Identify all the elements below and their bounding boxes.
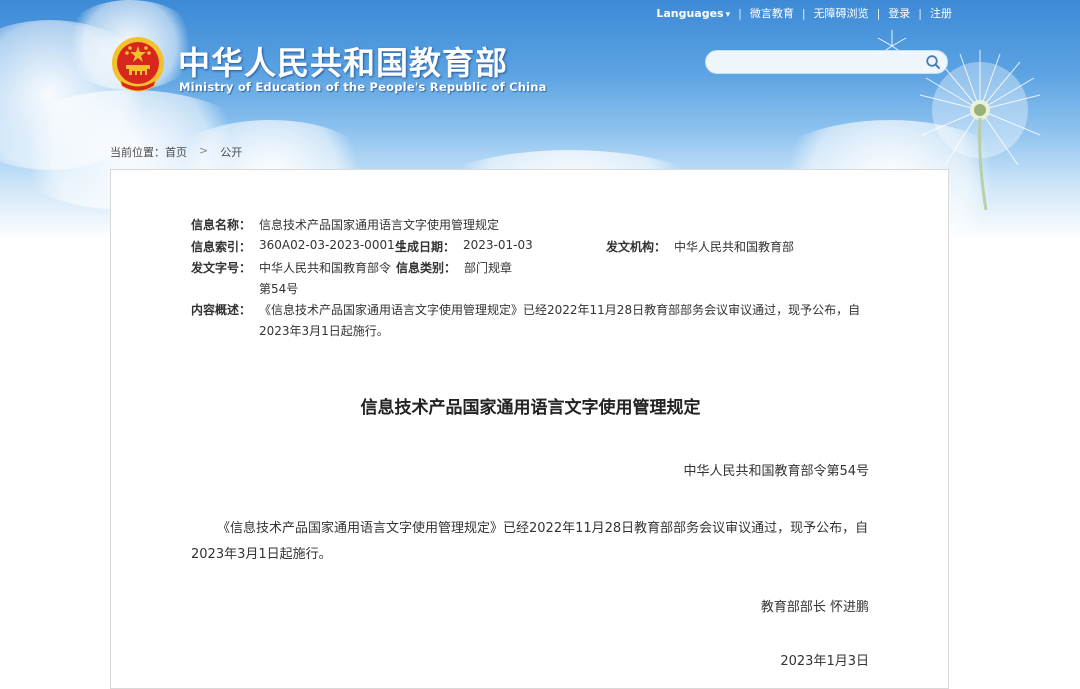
site-title[interactable]: 中华人民共和国教育部 [178, 38, 508, 84]
info-docno-value-line2: 第54号 [259, 282, 299, 296]
search-input[interactable] [716, 51, 930, 75]
info-index-value: 360A02-03-2023-0001-1 [259, 238, 407, 252]
info-category-value: 部门规章 [464, 261, 513, 275]
document-order-number: 中华人民共和国教育部令第54号 [683, 464, 869, 479]
info-name-label: 信息名称： [191, 218, 252, 232]
national-emblem-icon[interactable] [110, 36, 166, 94]
info-org-value: 中华人民共和国教育部 [674, 240, 795, 254]
document-date: 2023年1月3日 [780, 654, 869, 669]
divider: | [801, 6, 806, 20]
breadcrumb-home-link[interactable]: 首页 [165, 144, 187, 160]
info-index-label: 信息索引： [191, 240, 252, 254]
document-signature: 教育部部长 怀进鹏 [760, 600, 869, 615]
site-title-english: Ministry of Education of the People's Re… [179, 80, 547, 94]
info-name-value: 信息技术产品国家通用语言文字使用管理规定 [259, 218, 500, 232]
divider: | [876, 6, 881, 20]
info-date-value: 2023-01-03 [463, 238, 533, 252]
languages-label: Languages [656, 6, 724, 20]
info-summary-line1: 《信息技术产品国家通用语言文字使用管理规定》已经2022年11月28日教育部部务… [259, 303, 861, 317]
chevron-down-icon: ▾ [725, 9, 731, 20]
chevron-right-icon: > [199, 144, 209, 157]
divider: | [918, 6, 922, 20]
search-icon[interactable] [925, 54, 941, 70]
weibo-link[interactable]: 微言教育 [750, 5, 794, 21]
breadcrumb-prefix: 当前位置： [110, 146, 165, 159]
content-card: 信息名称： 信息技术产品国家通用语言文字使用管理规定 信息索引： 360A02-… [110, 169, 949, 689]
accessibility-link[interactable]: 无障碍浏览 [814, 5, 869, 21]
info-date-label: 生成日期： [395, 240, 456, 254]
document-title: 信息技术产品国家通用语言文字使用管理规定 [360, 398, 701, 418]
info-summary-label: 内容概述： [191, 303, 252, 317]
search-box [705, 50, 948, 75]
info-category-label: 信息类别： [396, 261, 457, 275]
info-docno-label: 发文字号： [191, 261, 252, 275]
breadcrumb-current[interactable]: 公开 [220, 144, 242, 160]
info-docno-value-line1: 中华人民共和国教育部令 [259, 261, 392, 275]
register-link[interactable]: 注册 [930, 5, 952, 21]
info-org-label: 发文机构： [606, 240, 667, 254]
languages-link[interactable]: Languages ▾ [656, 7, 730, 20]
divider: | [738, 6, 742, 20]
info-summary-line2: 2023年3月1日起施行。 [259, 324, 389, 338]
top-links: Languages ▾ | 微言教育 | 无障碍浏览 | 登录 | 注册 [656, 5, 952, 21]
login-link[interactable]: 登录 [888, 5, 910, 21]
document-paragraph: 《信息技术产品国家通用语言文字使用管理规定》已经2022年11月28日教育部部务… [191, 521, 869, 562]
breadcrumb: 当前位置： 首页 > 公开 [110, 144, 242, 160]
